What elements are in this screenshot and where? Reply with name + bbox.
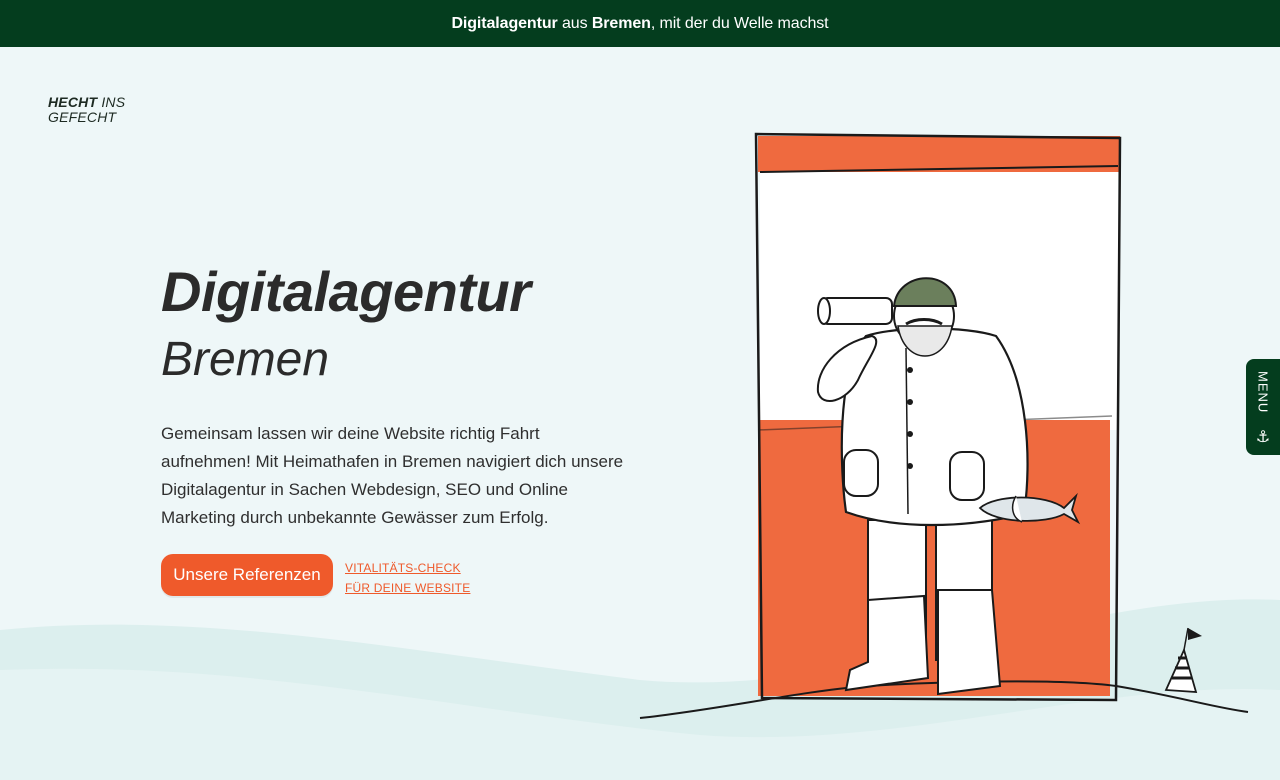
- vitality-check-link[interactable]: VITALITÄTS-CHECK FÜR DEINE WEBSITE: [345, 558, 470, 598]
- logo-word-hecht: HECHT: [48, 94, 98, 110]
- hero-heading-line2: Bremen: [161, 333, 330, 386]
- vitality-check-line1: VITALITÄTS-CHECK: [345, 561, 461, 575]
- announcement-bold-city: Bremen: [591, 14, 651, 32]
- announcement-bold-agency: Digitalagentur: [451, 14, 558, 32]
- announcement-bar: Digitalagentur aus Bremen, mit der du We…: [0, 0, 1280, 47]
- site-logo[interactable]: HECHT INS GEFECHT: [48, 95, 125, 125]
- menu-label: MENU: [1255, 371, 1271, 414]
- hero-heading: Digitalagentur Bremen: [161, 260, 531, 390]
- logo-word-gefecht: GEFECHT: [48, 109, 117, 125]
- logo-word-ins: INS: [101, 94, 126, 110]
- menu-toggle[interactable]: MENU ⚓: [1246, 359, 1280, 455]
- anchor-icon: ⚓: [1255, 429, 1271, 446]
- announcement-text-tagline: , mit der du Welle machst: [650, 14, 829, 32]
- announcement-text-aus: aus: [557, 14, 592, 32]
- lighthouse-fisherman-illustration: [639, 132, 1249, 719]
- references-button[interactable]: Unsere Referenzen: [161, 554, 333, 596]
- hero-heading-line1: Digitalagentur: [161, 260, 531, 323]
- vitality-check-line2: FÜR DEINE WEBSITE: [345, 581, 471, 595]
- hero-description: Gemeinsam lassen wir deine Website richt…: [161, 424, 624, 527]
